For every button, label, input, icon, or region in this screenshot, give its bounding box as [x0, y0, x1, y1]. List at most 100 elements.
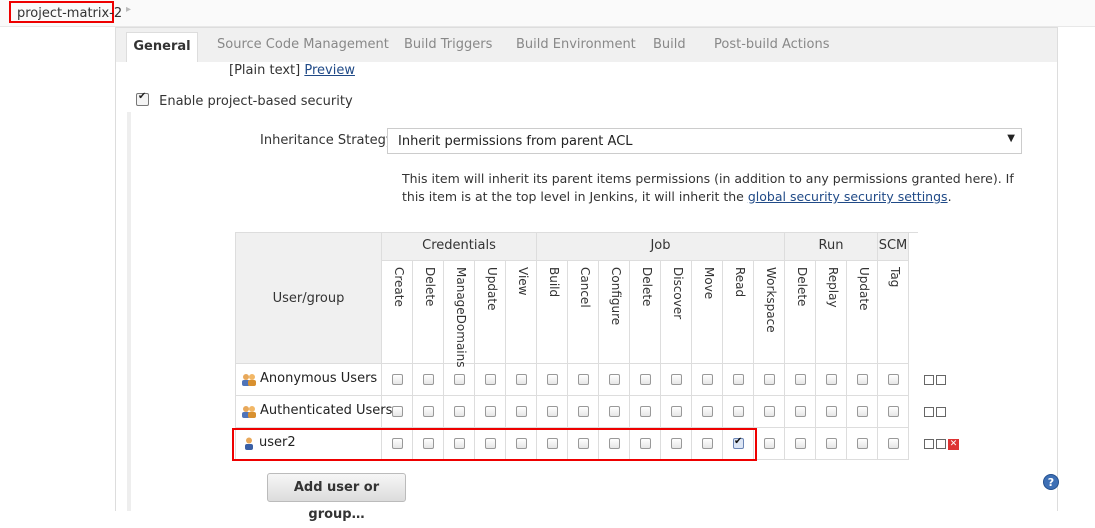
permission-checkbox-replay[interactable]: [826, 406, 837, 417]
permission-checkbox-move[interactable]: [702, 406, 713, 417]
permission-label: Read: [733, 267, 747, 298]
permission-cell: [475, 396, 506, 428]
permission-header-replay: Replay: [816, 261, 847, 364]
permission-checkbox-read[interactable]: [733, 406, 744, 417]
permission-header-create: Create: [382, 261, 413, 364]
permission-checkbox-managedomains[interactable]: [454, 406, 465, 417]
permission-label: Delete: [423, 267, 437, 307]
permission-checkbox-delete[interactable]: [640, 406, 651, 417]
permission-header-update: Update: [847, 261, 878, 364]
permission-checkbox-delete[interactable]: [795, 438, 806, 449]
select-all-icon[interactable]: [924, 407, 934, 417]
description-format-links: [Plain text] Preview: [229, 63, 355, 78]
unselect-all-icon[interactable]: [936, 375, 946, 385]
user-row-label: Anonymous Users: [260, 371, 378, 386]
permission-checkbox-delete[interactable]: [423, 374, 434, 385]
tab-build-triggers[interactable]: Build Triggers: [404, 37, 492, 52]
tab-build-environment[interactable]: Build Environment: [516, 37, 636, 52]
permission-checkbox-delete[interactable]: [795, 374, 806, 385]
permission-cell: [537, 364, 568, 396]
permission-label: Tag: [888, 267, 902, 288]
add-user-or-group-button[interactable]: Add user or group…: [267, 473, 406, 522]
remove-user-icon[interactable]: ✕: [948, 438, 959, 450]
inheritance-strategy-select[interactable]: Inherit permissions from parent ACL ▼: [387, 128, 1022, 154]
user-group-icon: [241, 405, 257, 419]
permission-checkbox-cancel[interactable]: [578, 406, 589, 417]
permission-checkbox-update[interactable]: [857, 438, 868, 449]
permission-label: Update: [485, 267, 499, 311]
permission-checkbox-replay[interactable]: [826, 374, 837, 385]
config-tabs: General Source Code Management Build Tri…: [115, 27, 1058, 64]
permission-checkbox-update[interactable]: [857, 406, 868, 417]
unselect-all-icon[interactable]: [936, 439, 946, 449]
select-all-icon[interactable]: [924, 439, 934, 449]
permission-checkbox-managedomains[interactable]: [454, 374, 465, 385]
permission-label: Delete: [795, 267, 809, 307]
permission-checkbox-tag[interactable]: [888, 438, 899, 449]
user-group-header-label: User/group: [272, 291, 345, 306]
dropdown-caret-icon: ▼: [1007, 133, 1015, 144]
permission-checkbox-workspace[interactable]: [764, 438, 775, 449]
breadcrumb: project-matrix-2 ▸: [0, 0, 1095, 27]
permission-checkbox-configure[interactable]: [609, 374, 620, 385]
permission-header-view: View: [506, 261, 537, 364]
tab-build[interactable]: Build: [653, 37, 686, 52]
select-all-icon[interactable]: [924, 375, 934, 385]
permission-group-scm: SCM: [878, 233, 909, 261]
tab-post-build-actions[interactable]: Post-build Actions: [714, 37, 829, 52]
permission-cell: [754, 396, 785, 428]
permission-checkbox-configure[interactable]: [609, 406, 620, 417]
user-group-icon: [241, 373, 257, 387]
global-security-settings-link[interactable]: global security security settings: [748, 189, 948, 204]
permission-label: View: [516, 267, 530, 296]
permission-header-update: Update: [475, 261, 506, 364]
breadcrumb-project[interactable]: project-matrix-2: [9, 1, 122, 23]
permission-checkbox-read[interactable]: [733, 374, 744, 385]
permission-checkbox-move[interactable]: [702, 374, 713, 385]
row-actions: ✕: [924, 437, 959, 450]
permission-header-read: Read: [723, 261, 754, 364]
permission-checkbox-workspace[interactable]: [764, 406, 775, 417]
permission-cell: [506, 396, 537, 428]
permission-cell: [878, 364, 909, 396]
permission-checkbox-discover[interactable]: [671, 374, 682, 385]
enable-project-security-row: Enable project-based security: [136, 91, 353, 109]
permission-cell: [754, 428, 785, 460]
permission-label: Discover: [671, 267, 685, 320]
permission-cell: [475, 364, 506, 396]
permission-label: Create: [392, 267, 406, 307]
help-icon[interactable]: ?: [1043, 474, 1059, 490]
permission-cell: [847, 428, 878, 460]
permission-checkbox-build[interactable]: [547, 406, 558, 417]
permission-checkbox-tag[interactable]: [888, 374, 899, 385]
permission-cell: [723, 364, 754, 396]
permission-checkbox-workspace[interactable]: [764, 374, 775, 385]
breadcrumb-chevron-icon[interactable]: ▸: [126, 4, 131, 15]
permission-checkbox-create[interactable]: [392, 374, 403, 385]
permission-checkbox-build[interactable]: [547, 374, 558, 385]
unselect-all-icon[interactable]: [936, 407, 946, 417]
permission-checkbox-delete[interactable]: [640, 374, 651, 385]
permission-checkbox-delete[interactable]: [423, 406, 434, 417]
inheritance-strategy-label: Inheritance Strategy: [260, 133, 394, 148]
permission-checkbox-view[interactable]: [516, 374, 527, 385]
permission-cell: [630, 396, 661, 428]
permission-cell: [444, 364, 475, 396]
permission-label: Build: [547, 267, 561, 298]
permission-cell: [785, 396, 816, 428]
permission-checkbox-delete[interactable]: [795, 406, 806, 417]
permission-checkbox-tag[interactable]: [888, 406, 899, 417]
permission-checkbox-view[interactable]: [516, 406, 527, 417]
permission-checkbox-discover[interactable]: [671, 406, 682, 417]
permission-checkbox-update[interactable]: [485, 406, 496, 417]
tab-general[interactable]: General: [126, 32, 198, 64]
permission-cell: [661, 364, 692, 396]
permission-checkbox-cancel[interactable]: [578, 374, 589, 385]
permission-checkbox-replay[interactable]: [826, 438, 837, 449]
enable-project-security-checkbox[interactable]: [136, 91, 149, 106]
permission-checkbox-update[interactable]: [857, 374, 868, 385]
permission-checkbox-create[interactable]: [392, 406, 403, 417]
tab-source-code-management[interactable]: Source Code Management: [217, 37, 389, 52]
preview-link[interactable]: Preview: [304, 63, 355, 78]
permission-checkbox-update[interactable]: [485, 374, 496, 385]
